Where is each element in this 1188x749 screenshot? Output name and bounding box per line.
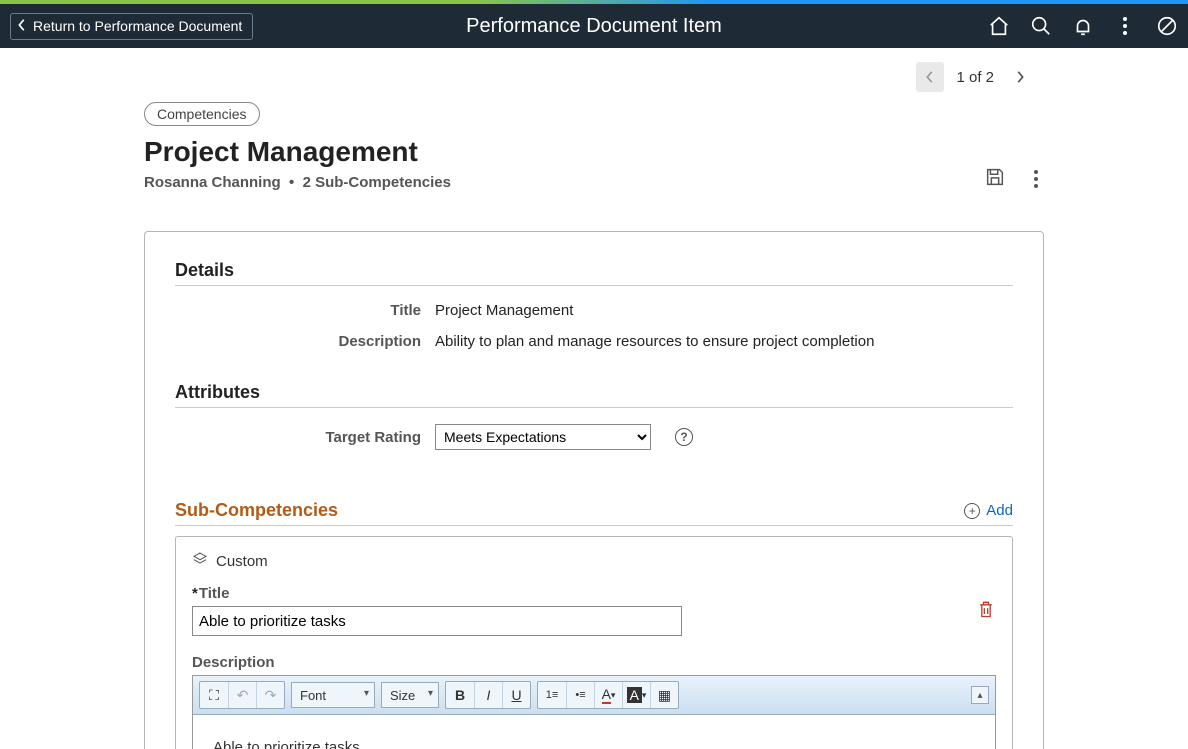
bold-icon[interactable]: B bbox=[446, 682, 474, 708]
home-icon[interactable] bbox=[988, 15, 1010, 37]
maximize-icon[interactable]: ⛶ bbox=[200, 682, 228, 708]
save-icon[interactable] bbox=[984, 166, 1006, 191]
target-rating-row: Target Rating Meets Expectations ? bbox=[175, 424, 1013, 450]
detail-title-value: Project Management bbox=[435, 302, 1013, 319]
pager: 1 of 2 bbox=[144, 48, 1044, 96]
table-icon[interactable]: ▦ bbox=[650, 682, 678, 708]
rte-body[interactable]: Able to prioritize tasks bbox=[193, 715, 995, 749]
back-label: Return to Performance Document bbox=[33, 18, 242, 34]
back-button[interactable]: Return to Performance Document bbox=[10, 13, 253, 40]
page-head-row: Project Management Rosanna Channing • 2 … bbox=[144, 136, 1044, 191]
size-select[interactable]: Size bbox=[381, 682, 439, 708]
ordered-list-icon[interactable]: 1≡ bbox=[538, 682, 566, 708]
detail-desc-label: Description bbox=[175, 333, 435, 350]
details-heading: Details bbox=[175, 260, 1013, 286]
blocked-icon[interactable] bbox=[1156, 15, 1178, 37]
plus-icon: + bbox=[964, 503, 980, 519]
main-scroll-area[interactable]: 1 of 2 Competencies Project Management R… bbox=[0, 48, 1188, 749]
subcomp-title-input[interactable] bbox=[192, 606, 682, 636]
head-actions bbox=[984, 166, 1044, 191]
detail-title-row: Title Project Management bbox=[175, 302, 1013, 319]
main-panel: Details Title Project Management Descrip… bbox=[144, 231, 1044, 749]
pager-text: 1 of 2 bbox=[956, 69, 994, 86]
undo-icon[interactable]: ↶ bbox=[228, 682, 256, 708]
pager-prev-button bbox=[916, 62, 944, 92]
italic-icon[interactable]: I bbox=[474, 682, 502, 708]
content-wrap: 1 of 2 Competencies Project Management R… bbox=[144, 48, 1044, 749]
subcomp-item: Custom *Title Description bbox=[175, 536, 1013, 749]
help-icon[interactable]: ? bbox=[675, 428, 693, 446]
font-select[interactable]: Font bbox=[291, 682, 375, 708]
sub-count: 2 Sub-Competencies bbox=[303, 174, 451, 191]
text-color-icon[interactable]: A▾ bbox=[594, 682, 622, 708]
underline-icon[interactable]: U bbox=[502, 682, 530, 708]
page-title: Project Management bbox=[144, 136, 451, 168]
header-title: Performance Document Item bbox=[466, 15, 722, 38]
detail-desc-value: Ability to plan and manage resources to … bbox=[435, 333, 1013, 350]
subcomp-heading-row: Sub-Competencies + Add bbox=[175, 500, 1013, 526]
category-chip: Competencies bbox=[144, 102, 260, 126]
required-star: * bbox=[192, 585, 199, 602]
custom-label: Custom bbox=[216, 553, 268, 570]
target-rating-label: Target Rating bbox=[175, 429, 435, 446]
unordered-list-icon[interactable]: •≡ bbox=[566, 682, 594, 708]
rte-group-list: 1≡ •≡ A▾ A▾ ▦ bbox=[537, 681, 679, 709]
delete-subcomp-button[interactable] bbox=[976, 598, 996, 623]
custom-row: Custom bbox=[192, 551, 996, 571]
subcomp-heading: Sub-Competencies bbox=[175, 500, 338, 521]
pager-next-button[interactable] bbox=[1006, 62, 1034, 92]
rte-toolbar: ⛶ ↶ ↷ Font Size B I U bbox=[193, 676, 995, 715]
add-subcomp-button[interactable]: + Add bbox=[964, 502, 1013, 519]
app-header: Return to Performance Document Performan… bbox=[0, 4, 1188, 48]
attributes-heading: Attributes bbox=[175, 382, 1013, 408]
detail-desc-row: Description Ability to plan and manage r… bbox=[175, 333, 1013, 350]
target-rating-select[interactable]: Meets Expectations bbox=[435, 424, 651, 450]
rte-group-format: B I U bbox=[445, 681, 531, 709]
title-field-label: *Title bbox=[192, 585, 682, 602]
chevron-left-icon bbox=[17, 18, 27, 35]
rich-text-editor: ⛶ ↶ ↷ Font Size B I U bbox=[192, 675, 996, 749]
bg-color-icon[interactable]: A▾ bbox=[622, 682, 650, 708]
person-name: Rosanna Channing bbox=[144, 174, 281, 191]
bell-icon[interactable] bbox=[1072, 15, 1094, 37]
page-overflow-menu-icon[interactable] bbox=[1034, 170, 1038, 188]
collapse-toolbar-icon[interactable]: ▴ bbox=[971, 686, 989, 704]
rte-group-expand: ⛶ ↶ ↷ bbox=[199, 681, 285, 709]
search-icon[interactable] bbox=[1030, 15, 1052, 37]
header-icon-row bbox=[988, 15, 1178, 37]
overflow-menu-icon[interactable] bbox=[1114, 15, 1136, 37]
layers-icon bbox=[192, 551, 208, 571]
redo-icon[interactable]: ↷ bbox=[256, 682, 284, 708]
title-field-row: *Title bbox=[192, 585, 996, 636]
detail-title-label: Title bbox=[175, 302, 435, 319]
page-subtitle: Rosanna Channing • 2 Sub-Competencies bbox=[144, 174, 451, 191]
desc-field-label: Description bbox=[192, 654, 996, 671]
add-label: Add bbox=[986, 502, 1013, 519]
